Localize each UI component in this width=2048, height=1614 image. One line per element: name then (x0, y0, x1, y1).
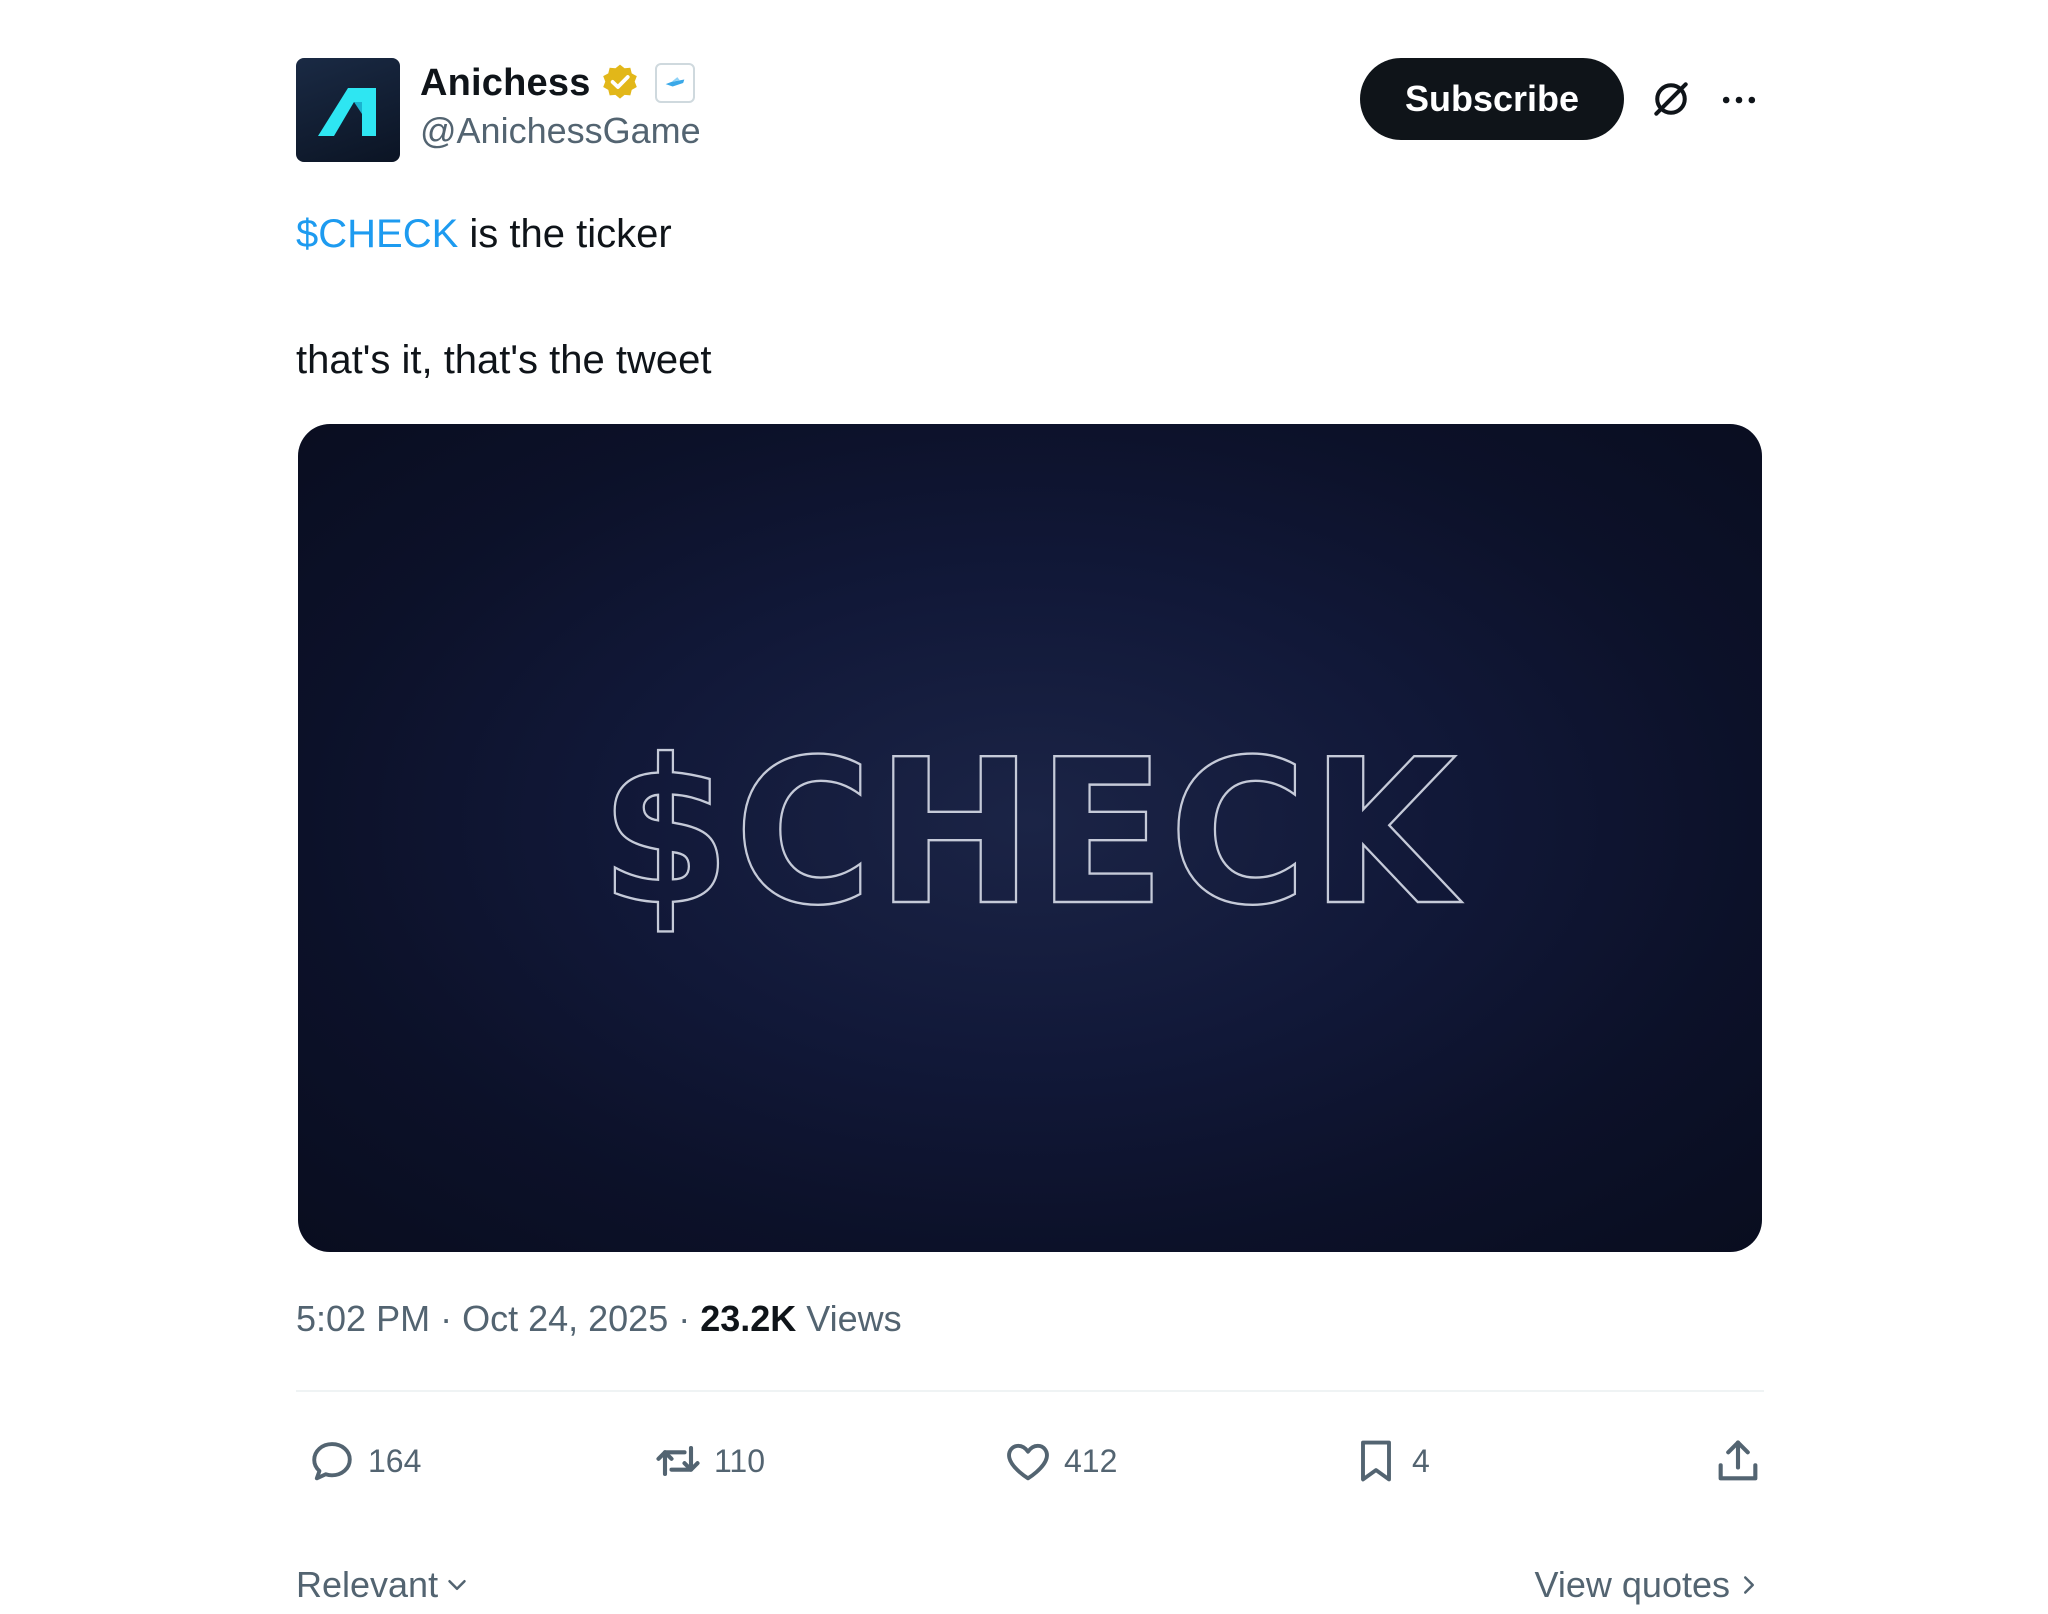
tweet-text-line-2: that's it, that's the tweet (296, 338, 712, 382)
divider (296, 1390, 1764, 1392)
tweet-media-image[interactable]: $CHECK (298, 424, 1762, 1252)
repost-icon (656, 1445, 700, 1477)
tweet-header: Anichess @AnichessGame Subscribe (296, 56, 1764, 162)
heart-icon (1007, 1443, 1049, 1481)
views-label: Views (796, 1298, 902, 1339)
chevron-right-icon (1744, 1576, 1754, 1594)
reply-count: 164 (368, 1442, 422, 1479)
meta-separator: · (430, 1298, 463, 1339)
replies-footer: Relevant View quotes (296, 1564, 1764, 1614)
views-count: 23.2K (700, 1298, 797, 1339)
verified-badge-icon[interactable] (599, 62, 641, 104)
sort-label: Relevant (296, 1564, 439, 1605)
tweet-meta: 5:02 PM · Oct 24, 2025 · 23.2K Views (296, 1298, 902, 1340)
display-name[interactable]: Anichess (420, 62, 591, 105)
post-date[interactable]: Oct 24, 2025 (462, 1298, 668, 1339)
author-handle[interactable]: @AnichessGame (420, 110, 701, 152)
subscribe-button[interactable]: Subscribe (1360, 58, 1624, 140)
bookmark-button[interactable]: 4 (1350, 1426, 1430, 1496)
tweet-text-line-1: $CHECK is the ticker (296, 210, 672, 258)
affiliate-badge-icon[interactable] (654, 63, 695, 103)
repost-button[interactable]: 110 (652, 1426, 765, 1496)
meta-separator-2: · (668, 1298, 701, 1339)
reply-button[interactable]: 164 (306, 1426, 421, 1496)
repost-count: 110 (714, 1442, 766, 1479)
tweet: Anichess @AnichessGame Subscribe $CHECK … (296, 56, 1764, 1605)
view-quotes-link[interactable]: View quotes (1535, 1564, 1764, 1606)
bookmark-icon (1361, 1440, 1391, 1482)
share-button[interactable] (1712, 1426, 1764, 1496)
like-count: 412 (1064, 1442, 1118, 1479)
media-cashtag-text: $CHECK (600, 717, 1463, 950)
sort-replies-button[interactable]: Relevant (296, 1564, 472, 1606)
reply-icon (312, 1442, 352, 1481)
avatar[interactable] (296, 58, 400, 162)
grok-icon[interactable] (1646, 74, 1696, 124)
post-time[interactable]: 5:02 PM (296, 1298, 430, 1339)
action-bar: 164 110 412 4 (296, 1426, 1764, 1496)
like-button[interactable]: 412 (1002, 1426, 1117, 1496)
name-row: Anichess (420, 58, 701, 108)
media-graphic: $CHECK (599, 716, 1463, 951)
author-block: Anichess @AnichessGame (420, 58, 701, 152)
more-icon[interactable] (1714, 78, 1764, 122)
bookmark-count: 4 (1412, 1442, 1430, 1479)
tweet-text-rest: is the ticker (458, 212, 672, 256)
cashtag-link[interactable]: $CHECK (296, 212, 458, 256)
chevron-down-icon (448, 1580, 466, 1590)
view-quotes-label: View quotes (1534, 1564, 1730, 1605)
anichess-logo-icon (318, 88, 376, 136)
share-icon (1718, 1440, 1758, 1481)
